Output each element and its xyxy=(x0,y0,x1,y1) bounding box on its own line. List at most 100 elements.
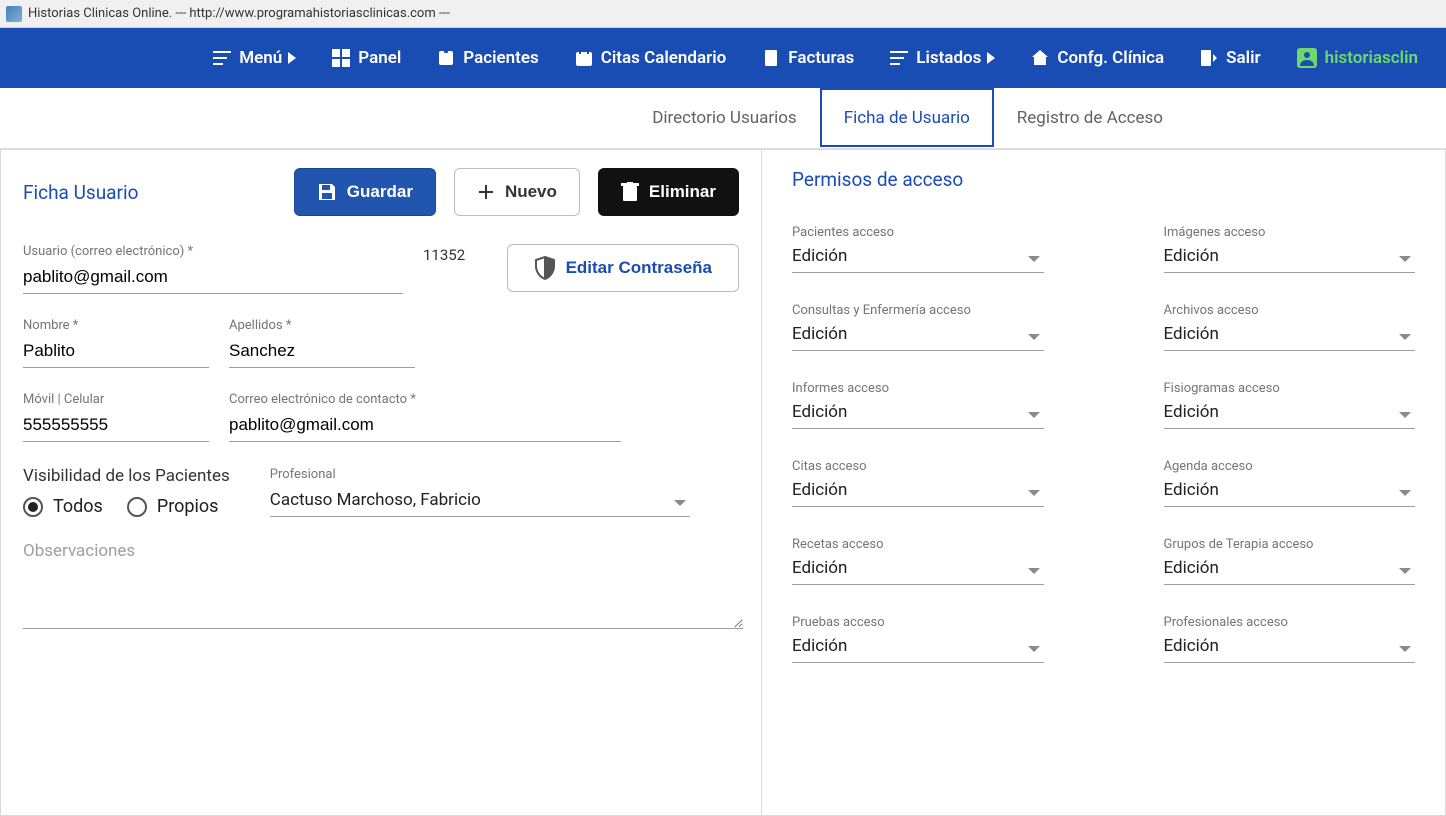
tab-label: Ficha de Usuario xyxy=(844,108,970,128)
perm-select-wrap[interactable]: Edición xyxy=(1164,242,1416,273)
field-nombre: Nombre * xyxy=(23,318,209,368)
left-header: Ficha Usuario Guardar Nuevo Eliminar xyxy=(23,168,739,216)
window-titlebar: Historias Clinicas Online. --- http://ww… xyxy=(0,0,1446,28)
nav-user[interactable]: historiasclin xyxy=(1279,28,1436,88)
delete-button-label: Eliminar xyxy=(649,182,716,202)
visibility-block: Visibilidad de los Pacientes Todos Propi… xyxy=(23,466,230,517)
home-icon xyxy=(1031,49,1049,67)
radio-propios[interactable]: Propios xyxy=(127,496,219,517)
dashboard-icon xyxy=(332,49,350,67)
profesional-select-wrap[interactable]: Cactuso Marchoso, Fabricio xyxy=(270,486,690,517)
perm-select-value: Edición xyxy=(1164,554,1416,585)
nav-panel-label: Panel xyxy=(358,48,401,68)
perm-select-wrap[interactable]: Edición xyxy=(792,242,1044,273)
perm-consultas: Consultas y Enfermería acceso Edición xyxy=(792,303,1044,351)
perm-label: Pruebas acceso xyxy=(792,615,1044,630)
perm-select-wrap[interactable]: Edición xyxy=(792,320,1044,351)
perm-select-wrap[interactable]: Edición xyxy=(1164,320,1416,351)
perm-select-value: Edición xyxy=(1164,242,1416,273)
field-apellidos: Apellidos * xyxy=(229,318,415,368)
observaciones-label: Observaciones xyxy=(23,541,739,561)
perm-select-value: Edición xyxy=(792,476,1044,507)
perm-label: Consultas y Enfermería acceso xyxy=(792,303,1044,318)
perm-recetas: Recetas acceso Edición xyxy=(792,537,1044,585)
nav-listados[interactable]: Listados xyxy=(872,28,1013,88)
perm-select-wrap[interactable]: Edición xyxy=(1164,554,1416,585)
nav-facturas[interactable]: Facturas xyxy=(744,28,872,88)
content: Ficha Usuario Guardar Nuevo Eliminar Usu… xyxy=(0,148,1446,816)
tab-registro-acceso[interactable]: Registro de Acceso xyxy=(994,88,1186,147)
save-button-label: Guardar xyxy=(347,182,413,202)
perm-select-wrap[interactable]: Edición xyxy=(792,554,1044,585)
save-button[interactable]: Guardar xyxy=(294,168,436,216)
perm-select-wrap[interactable]: Edición xyxy=(792,476,1044,507)
movil-label: Móvil | Celular xyxy=(23,392,209,407)
perm-grid: Pacientes acceso Edición Imágenes acceso… xyxy=(792,225,1415,663)
perm-pacientes: Pacientes acceso Edición xyxy=(792,225,1044,273)
perm-select-value: Edición xyxy=(792,632,1044,663)
nombre-input[interactable] xyxy=(23,337,209,368)
nav-citas[interactable]: Citas Calendario xyxy=(557,28,745,88)
observaciones-textarea[interactable] xyxy=(23,565,743,629)
field-observaciones: Observaciones xyxy=(23,541,739,629)
row-visibilidad-profesional: Visibilidad de los Pacientes Todos Propi… xyxy=(23,466,739,517)
plus-icon xyxy=(477,183,495,201)
tabs-row: Directorio Usuarios Ficha de Usuario Reg… xyxy=(0,88,1446,148)
profesional-label: Profesional xyxy=(270,467,690,482)
chevron-right-icon xyxy=(288,52,296,64)
perm-grupos: Grupos de Terapia acceso Edición xyxy=(1164,537,1416,585)
tab-directorio-usuarios[interactable]: Directorio Usuarios xyxy=(629,88,819,147)
menu-icon xyxy=(213,51,231,65)
perm-pruebas: Pruebas acceso Edición xyxy=(792,615,1044,663)
nav-menu-label: Menú xyxy=(239,48,282,68)
new-button[interactable]: Nuevo xyxy=(454,168,580,216)
edit-password-button[interactable]: Editar Contraseña xyxy=(507,244,739,292)
perm-select-value: Edición xyxy=(792,320,1044,351)
nav-user-label: historiasclin xyxy=(1325,48,1418,68)
perm-select-wrap[interactable]: Edición xyxy=(1164,476,1416,507)
calendar-icon xyxy=(575,49,593,67)
perm-select-wrap[interactable]: Edición xyxy=(1164,632,1416,663)
nav-config-label: Confg. Clínica xyxy=(1057,48,1164,68)
save-icon xyxy=(317,182,337,202)
nav-listados-label: Listados xyxy=(916,48,981,68)
perm-select-wrap[interactable]: Edición xyxy=(1164,398,1416,429)
nav-pacientes[interactable]: Pacientes xyxy=(419,28,556,88)
perm-profesionales: Profesionales acceso Edición xyxy=(1164,615,1416,663)
radio-todos-label: Todos xyxy=(53,496,103,517)
correo-input[interactable] xyxy=(229,411,621,442)
perm-select-wrap[interactable]: Edición xyxy=(792,398,1044,429)
exit-icon xyxy=(1200,49,1218,67)
perm-select-value: Edición xyxy=(792,554,1044,585)
app-icon xyxy=(6,6,22,22)
tab-label: Registro de Acceso xyxy=(1017,108,1163,128)
nav-panel[interactable]: Panel xyxy=(314,28,419,88)
nav-salir[interactable]: Salir xyxy=(1182,28,1278,88)
nav-menu[interactable]: Menú xyxy=(195,28,314,88)
perm-informes: Informes acceso Edición xyxy=(792,381,1044,429)
delete-button[interactable]: Eliminar xyxy=(598,168,739,216)
tab-ficha-usuario[interactable]: Ficha de Usuario xyxy=(820,88,994,147)
perm-select-value: Edición xyxy=(792,398,1044,429)
usuario-label: Usuario (correo electrónico) * xyxy=(23,244,403,259)
panel-permisos: Permisos de acceso Pacientes acceso Edic… xyxy=(762,149,1446,816)
perm-label: Agenda acceso xyxy=(1164,459,1416,474)
movil-input[interactable] xyxy=(23,411,209,442)
perm-select-value: Edición xyxy=(1164,632,1416,663)
section-title-ficha: Ficha Usuario xyxy=(23,181,276,204)
nav-config[interactable]: Confg. Clínica xyxy=(1013,28,1182,88)
nav-citas-label: Citas Calendario xyxy=(601,48,727,68)
row-movil-correo: Móvil | Celular Correo electrónico de co… xyxy=(23,392,739,442)
apellidos-input[interactable] xyxy=(229,337,415,368)
nav-salir-label: Salir xyxy=(1226,48,1260,68)
usuario-input[interactable] xyxy=(23,263,403,294)
panel-ficha-usuario: Ficha Usuario Guardar Nuevo Eliminar Usu… xyxy=(0,149,762,816)
radio-todos[interactable]: Todos xyxy=(23,496,103,517)
radio-circle-checked xyxy=(23,497,43,517)
perm-archivos: Archivos acceso Edición xyxy=(1164,303,1416,351)
perm-fisiogramas: Fisiogramas acceso Edición xyxy=(1164,381,1416,429)
row-nombre-apellidos: Nombre * Apellidos * xyxy=(23,318,739,368)
perm-select-wrap[interactable]: Edición xyxy=(792,632,1044,663)
nombre-label: Nombre * xyxy=(23,318,209,333)
perm-select-value: Edición xyxy=(792,242,1044,273)
